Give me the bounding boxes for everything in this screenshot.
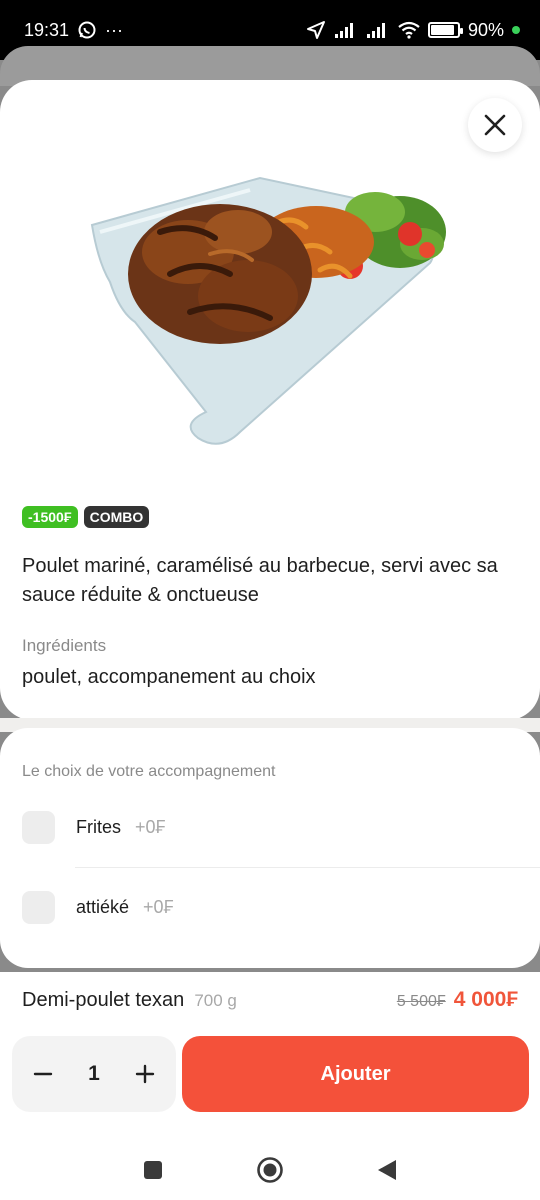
battery-icon: [427, 22, 463, 38]
quantity-stepper: 1: [12, 1036, 176, 1112]
product-description: Poulet mariné, caramélisé au barbecue, s…: [22, 555, 498, 606]
options-title: Le choix de votre accompagnement: [22, 763, 276, 780]
option-price: +0₣: [143, 896, 174, 917]
product-card: -1500₣ COMBO Poulet mariné, caramélisé a…: [0, 80, 540, 720]
combo-badge: COMBO: [83, 506, 150, 528]
battery-percent: 90%: [467, 19, 504, 40]
signal-icon: [334, 21, 358, 39]
home-button[interactable]: [256, 1156, 284, 1184]
option-name: attiéké: [76, 896, 130, 917]
plus-icon: [135, 1064, 155, 1084]
increase-button[interactable]: [130, 1059, 160, 1089]
whatsapp-icon: [77, 20, 97, 40]
option-divider: [75, 867, 540, 868]
back-triangle-icon: [378, 1160, 396, 1180]
option-frites[interactable]: Frites +0₣: [22, 797, 540, 857]
product-name: Demi-poulet texan: [22, 989, 185, 1011]
product-badges: -1500₣ COMBO: [22, 506, 150, 528]
home-circle-icon: [257, 1157, 283, 1183]
discount-badge: -1500₣: [22, 506, 78, 528]
wifi-icon: [398, 21, 420, 39]
add-to-cart-button[interactable]: Ajouter: [182, 1036, 529, 1112]
option-checkbox[interactable]: [22, 810, 55, 844]
status-time: 19:31: [24, 19, 70, 40]
decrease-button[interactable]: [28, 1059, 58, 1089]
option-attieke[interactable]: attiéké +0₣: [22, 877, 540, 937]
product-weight: 700 g: [194, 991, 237, 1010]
signal-icon: [366, 21, 390, 39]
old-price: 5 500₣: [396, 993, 446, 1010]
product-summary: Demi-poulet texan 700 g 5 500₣ 4 000₣: [22, 988, 518, 1012]
close-button[interactable]: [468, 98, 522, 152]
option-price: +0₣: [135, 816, 166, 837]
close-icon: [484, 114, 506, 136]
recent-apps-button[interactable]: [142, 1159, 164, 1181]
system-nav-bar: [0, 1140, 540, 1200]
privacy-indicator-dot: [512, 26, 520, 34]
ingredients-text: poulet, accompanement au choix: [22, 666, 316, 688]
square-icon: [144, 1161, 162, 1179]
minus-icon: [33, 1072, 53, 1076]
new-price: 4 000₣: [453, 988, 518, 1011]
quantity-value: 1: [88, 1062, 100, 1085]
location-arrow-icon: [306, 20, 326, 40]
options-card: Le choix de votre accompagnement Frites …: [0, 728, 540, 968]
option-name: Frites: [76, 816, 121, 837]
product-image: [90, 176, 446, 445]
status-overflow: ···: [105, 19, 124, 40]
back-button[interactable]: [376, 1158, 398, 1182]
option-checkbox[interactable]: [22, 890, 55, 924]
ingredients-title: Ingrédients: [22, 636, 107, 655]
